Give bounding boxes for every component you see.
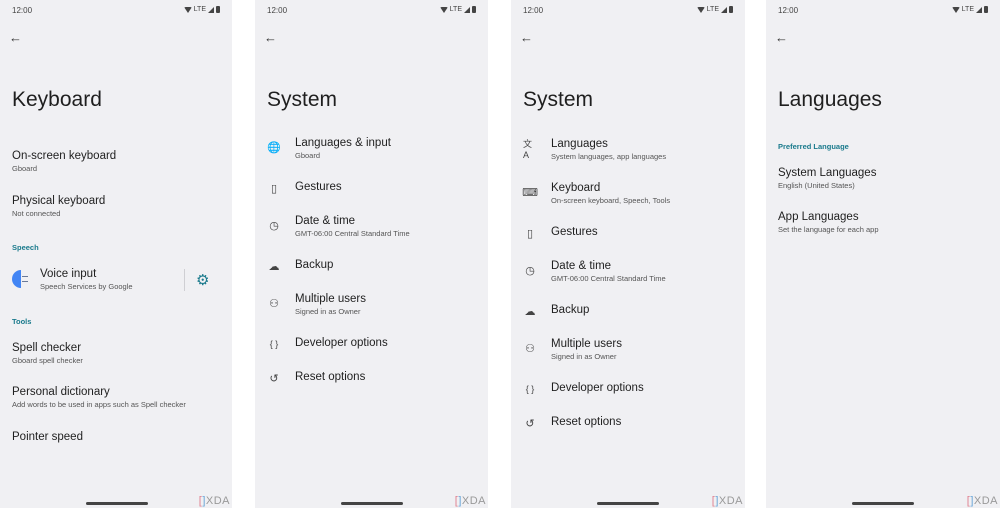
battery-icon [729,6,733,13]
battery-icon [216,6,220,13]
xda-watermark: []XDA [198,495,230,507]
wifi-icon [439,6,448,13]
network-type: LTE [961,6,974,13]
list-item-personal-dictionary[interactable]: Personal dictionary Add words to be used… [0,386,232,409]
status-bar: 12:00 LTE [778,6,988,18]
navigation-handle[interactable] [597,502,659,505]
battery-icon [472,6,476,13]
status-time: 12:00 [523,6,544,15]
list-item-spell-checker[interactable]: Spell checker Gboard spell checker [0,342,232,365]
status-bar: 12:00 LTE [523,6,733,18]
list-item-physical-keyboard[interactable]: Physical keyboard Not connected [0,195,232,218]
navigation-handle[interactable] [341,502,403,505]
wifi-icon [183,6,192,13]
list-item-developer-options[interactable]: Developer options [511,382,745,394]
list-item-system-languages[interactable]: System Languages English (United States) [766,167,1000,190]
network-type: LTE [449,6,462,13]
keyboard-screen: 12:00 LTE ← Keyboard On-screen keyboard … [0,0,232,508]
gear-icon[interactable]: ⚙ [196,271,209,289]
list-item-date-time[interactable]: Date & time GMT-06:00 Central Standard Ti… [511,260,745,283]
list-item-backup[interactable]: Backup [255,259,488,271]
list-item-voice-input[interactable]: Voice input Speech Services by Google [40,268,172,291]
languages-screen: 12:00 LTE ← Languages Preferred Language… [766,0,1000,508]
list-item-reset-options[interactable]: Reset options [255,371,488,383]
navigation-handle[interactable] [852,502,914,505]
list-item-developer-options[interactable]: Developer options [255,337,488,349]
navigation-handle[interactable] [86,502,148,505]
list-item-app-languages[interactable]: App Languages Set the language for each … [766,211,1000,234]
list-item-languages[interactable]: Languages System languages, app languages [511,138,745,161]
list-item-multiple-users[interactable]: Multiple users Signed in as Owner [255,293,488,316]
back-arrow-icon[interactable]: ← [775,30,788,45]
status-time: 12:00 [778,6,799,15]
signal-icon [976,6,982,13]
system-screen: 12:00 LTE ← System 🌐 Languages & input Gbo… [255,0,488,508]
wifi-icon [951,6,960,13]
network-type: LTE [706,6,719,13]
list-item-on-screen-keyboard[interactable]: On-screen keyboard Gboard [0,150,232,173]
list-item-pointer-speed[interactable]: Pointer speed [0,431,232,443]
list-item-backup[interactable]: Backup [511,304,745,316]
wifi-icon [696,6,705,13]
status-bar: 12:00 LTE [12,6,220,18]
list-item-languages-input[interactable]: Languages & input Gboard [255,137,488,160]
divider [184,269,185,291]
page-title: System [523,88,594,111]
status-time: 12:00 [267,6,288,15]
section-header-preferred-language: Preferred Language [778,142,849,151]
section-header-speech: Speech [12,243,39,252]
page-title: System [267,88,338,111]
page-title: Languages [778,88,882,111]
battery-icon [984,6,988,13]
back-arrow-icon[interactable]: ← [520,30,533,45]
list-item-multiple-users[interactable]: Multiple users Signed in as Owner [511,338,745,361]
page-title: Keyboard [12,88,102,111]
section-header-tools: Tools [12,317,32,326]
status-time: 12:00 [12,6,33,15]
signal-icon [721,6,727,13]
xda-watermark: []XDA [454,495,486,507]
list-item-date-time[interactable]: Date & time GMT-06:00 Central Standard Ti… [255,215,488,238]
back-arrow-icon[interactable]: ← [264,30,277,45]
signal-icon [208,6,214,13]
system-screen-new: 12:00 LTE ← System 文A Languages System lan… [511,0,745,508]
back-arrow-icon[interactable]: ← [9,30,22,45]
xda-watermark: []XDA [966,495,998,507]
signal-icon [464,6,470,13]
network-type: LTE [193,6,206,13]
voice-input-icon [12,270,30,288]
list-item-reset-options[interactable]: Reset options [511,416,745,428]
status-bar: 12:00 LTE [267,6,476,18]
list-item-keyboard[interactable]: Keyboard On-screen keyboard, Speech, Tool… [511,182,745,205]
list-item-gestures[interactable]: Gestures [255,181,488,193]
list-item-gestures[interactable]: Gestures [511,226,745,238]
xda-watermark: []XDA [711,495,743,507]
